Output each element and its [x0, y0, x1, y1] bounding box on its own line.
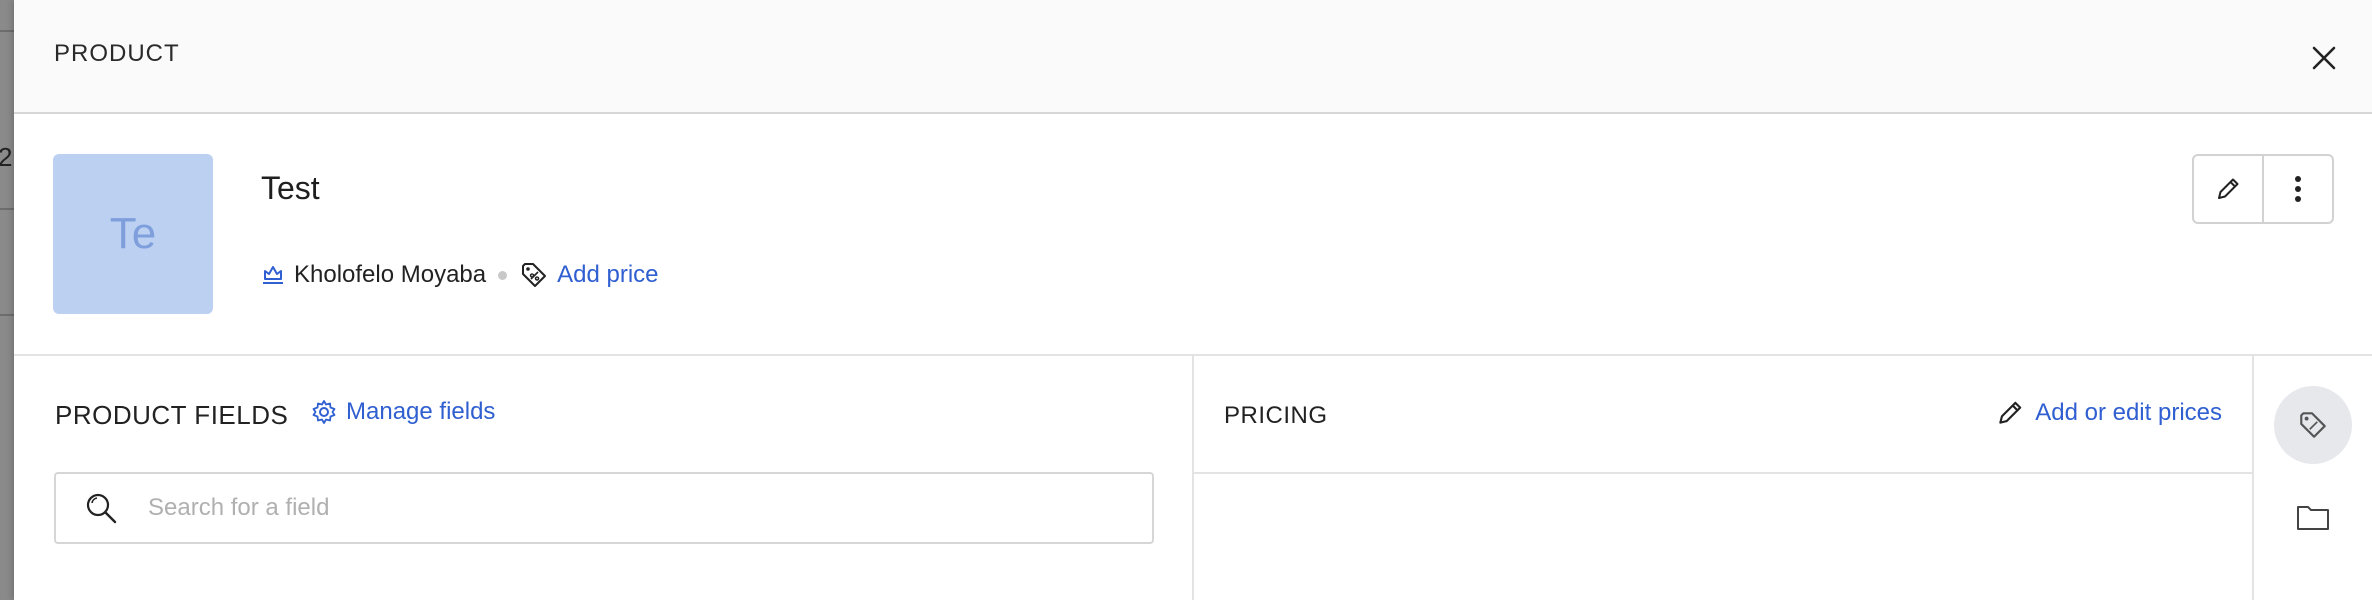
product-owner[interactable]: Kholofelo Moyaba: [294, 261, 486, 289]
rail-pricing-button[interactable]: [2274, 386, 2352, 464]
add-or-edit-prices-link[interactable]: Add or edit prices: [1995, 398, 2222, 428]
background-divider: [0, 314, 14, 316]
background-divider: [0, 208, 14, 210]
product-fields-title: PRODUCT FIELDS: [55, 400, 289, 430]
background-page: 2: [0, 0, 14, 600]
search-icon: [86, 493, 117, 524]
pencil-icon: [2218, 178, 2239, 199]
price-tag-icon: [522, 263, 547, 287]
price-tag-icon: [2300, 412, 2326, 438]
field-search-input[interactable]: [146, 493, 1152, 523]
product-panel: PRODUCT Te Test Kholofelo Moyaba Add pri…: [14, 0, 2372, 600]
pricing-section: PRICING Add or edit prices: [1194, 354, 2254, 600]
product-summary: Te Test Kholofelo Moyaba Add price: [14, 114, 2372, 356]
crown-icon: [263, 266, 283, 284]
pencil-icon: [1999, 401, 2022, 424]
panel-body: PRODUCT FIELDS Manage fields Search for …: [14, 354, 2372, 600]
product-actions: [2192, 154, 2334, 224]
rail-files-button[interactable]: [2274, 478, 2352, 556]
manage-fields-link[interactable]: Manage fields: [310, 398, 495, 426]
panel-header: PRODUCT: [14, 0, 2372, 114]
close-button[interactable]: [2302, 36, 2346, 80]
background-divider: [0, 30, 14, 32]
pricing-title: PRICING: [1224, 402, 1328, 429]
product-avatar: Te: [53, 154, 213, 314]
product-meta: Kholofelo Moyaba Add price: [260, 260, 659, 290]
pricing-header: PRICING Add or edit prices: [1194, 354, 2252, 474]
product-fields-section: PRODUCT FIELDS Manage fields: [14, 354, 1194, 600]
edit-button[interactable]: [2194, 156, 2262, 222]
add-price-link[interactable]: Add price: [557, 261, 658, 289]
field-search: [54, 472, 1154, 544]
add-or-edit-prices-label: Add or edit prices: [2035, 399, 2222, 426]
background-text-fragment: 2: [0, 142, 13, 172]
close-icon: [2312, 46, 2336, 70]
side-rail: [2254, 354, 2372, 600]
more-actions-button[interactable]: [2262, 156, 2332, 222]
kebab-icon: [2295, 176, 2301, 202]
avatar-initials: Te: [109, 209, 157, 258]
manage-fields-label: Manage fields: [346, 398, 496, 425]
panel-title: PRODUCT: [54, 40, 180, 67]
separator-dot: [498, 270, 508, 280]
gear-icon: [312, 400, 336, 424]
folder-icon: [2297, 506, 2329, 530]
product-name: Test: [261, 170, 320, 206]
